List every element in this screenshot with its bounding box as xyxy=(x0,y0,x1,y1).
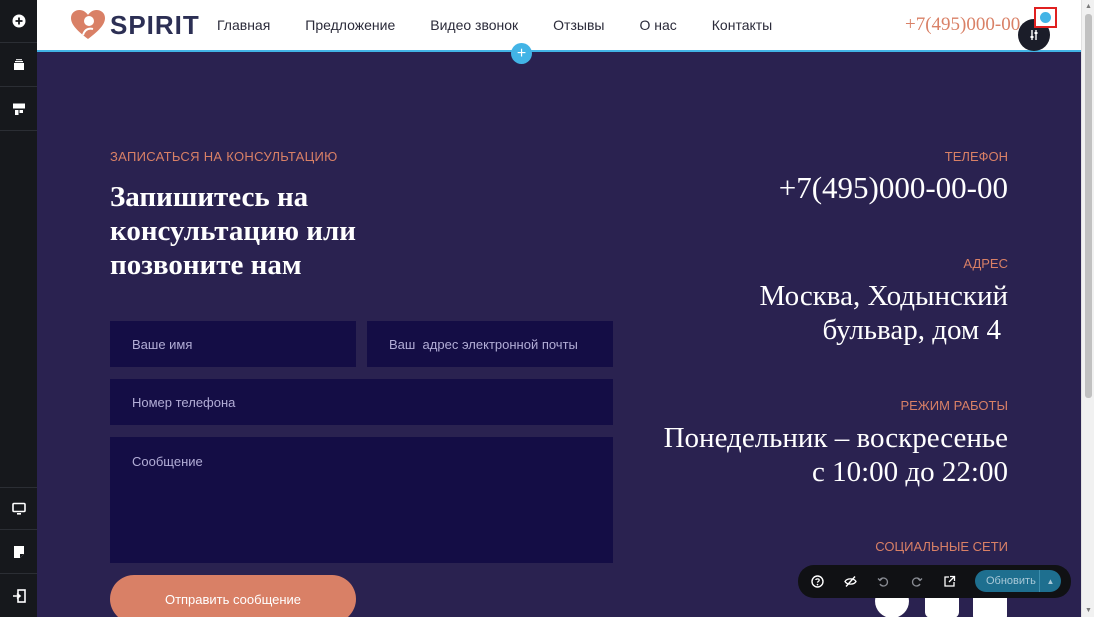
social-label: СОЦИАЛЬНЫЕ СЕТИ xyxy=(875,539,1008,554)
address-line-2: бульвар, дом 4 xyxy=(822,314,1001,346)
logo-text: SPIRIT xyxy=(110,9,200,40)
editor-app: SPIRIT Главная Предложение Видео звонок … xyxy=(0,0,1094,617)
chevron-up-icon[interactable]: ▲ xyxy=(1039,570,1061,592)
redo-icon xyxy=(911,577,922,587)
scroll-thumb[interactable] xyxy=(1085,14,1092,398)
hours-line-2: с 10:00 до 22:00 xyxy=(812,456,1008,488)
nav-item-offer[interactable]: Предложение xyxy=(305,17,395,33)
nav-item-home[interactable]: Главная xyxy=(217,17,270,33)
editor-sidebar xyxy=(0,0,37,617)
hours-value: Понедельник – воскресенье с 10:00 до 22:… xyxy=(664,421,1008,489)
help-button[interactable] xyxy=(809,574,825,590)
site-header: SPIRIT Главная Предложение Видео звонок … xyxy=(37,0,1081,52)
page-scrollbar[interactable]: ▲ ▼ xyxy=(1081,0,1094,617)
address-value: Москва, Ходынский бульвар, дом 4 xyxy=(760,279,1008,347)
nav-item-reviews[interactable]: Отзывы xyxy=(553,17,604,33)
desktop-view-button[interactable] xyxy=(0,487,37,530)
add-icon xyxy=(12,14,25,28)
exit-button[interactable] xyxy=(0,575,37,617)
add-section-button[interactable]: + xyxy=(511,43,532,64)
exit-icon xyxy=(12,589,26,603)
editor-toolbar: Обновить ▲ xyxy=(798,565,1071,598)
header-phone[interactable]: +7(495)000-00 xyxy=(905,14,1020,36)
preview-button[interactable] xyxy=(941,574,957,590)
hours-line-1: Понедельник – воскресенье xyxy=(663,422,1008,454)
heart-logo-icon xyxy=(71,10,105,39)
phone-input[interactable] xyxy=(110,379,613,425)
nav-item-about[interactable]: О нас xyxy=(639,17,676,33)
update-label: Обновить xyxy=(986,575,1036,587)
scroll-up-icon[interactable]: ▲ xyxy=(1082,0,1094,13)
undo-icon xyxy=(877,577,888,587)
blocks-button[interactable] xyxy=(0,88,37,131)
layers-icon xyxy=(13,59,24,70)
sliders-icon xyxy=(1030,30,1038,40)
site-logo[interactable]: SPIRIT xyxy=(70,9,200,41)
email-input[interactable] xyxy=(367,321,613,367)
main-nav: Главная Предложение Видео звонок Отзывы … xyxy=(217,17,807,33)
gear-icon xyxy=(1040,12,1051,23)
hours-label: РЕЖИМ РАБОТЫ xyxy=(900,398,1008,413)
pages-icon xyxy=(13,546,24,558)
undo-button[interactable] xyxy=(875,574,891,590)
submit-button[interactable]: Отправить сообщение xyxy=(110,575,356,617)
nav-item-contacts[interactable]: Контакты xyxy=(712,17,772,33)
address-line-1: Москва, Ходынский xyxy=(759,280,1008,312)
blocks-icon xyxy=(12,103,25,115)
phone-label: ТЕЛЕФОН xyxy=(944,149,1008,164)
name-input[interactable] xyxy=(110,321,356,367)
hide-button[interactable] xyxy=(842,574,858,590)
add-element-button[interactable] xyxy=(0,0,37,43)
layers-button[interactable] xyxy=(0,44,37,87)
address-label: АДРЕС xyxy=(963,256,1008,271)
nav-item-video-call[interactable]: Видео звонок xyxy=(430,17,518,33)
help-icon xyxy=(810,575,824,588)
update-button[interactable]: Обновить ▲ xyxy=(975,570,1061,592)
scroll-down-icon[interactable]: ▼ xyxy=(1082,604,1094,617)
phone-value[interactable]: +7(495)000-00-00 xyxy=(779,170,1008,206)
contact-section: ЗАПИСАТЬСЯ НА КОНСУЛЬТАЦИЮ Запишитесь на… xyxy=(37,52,1081,617)
message-textarea[interactable] xyxy=(110,437,613,563)
redo-button[interactable] xyxy=(908,574,924,590)
contact-heading: Запишитесь на консультацию или позвоните… xyxy=(110,181,356,281)
block-settings-handle[interactable] xyxy=(1034,7,1057,28)
external-link-icon xyxy=(943,575,955,587)
desktop-icon xyxy=(11,502,26,515)
consultation-eyebrow: ЗАПИСАТЬСЯ НА КОНСУЛЬТАЦИЮ xyxy=(110,149,338,164)
pages-button[interactable] xyxy=(0,531,37,574)
hide-icon xyxy=(843,576,857,587)
